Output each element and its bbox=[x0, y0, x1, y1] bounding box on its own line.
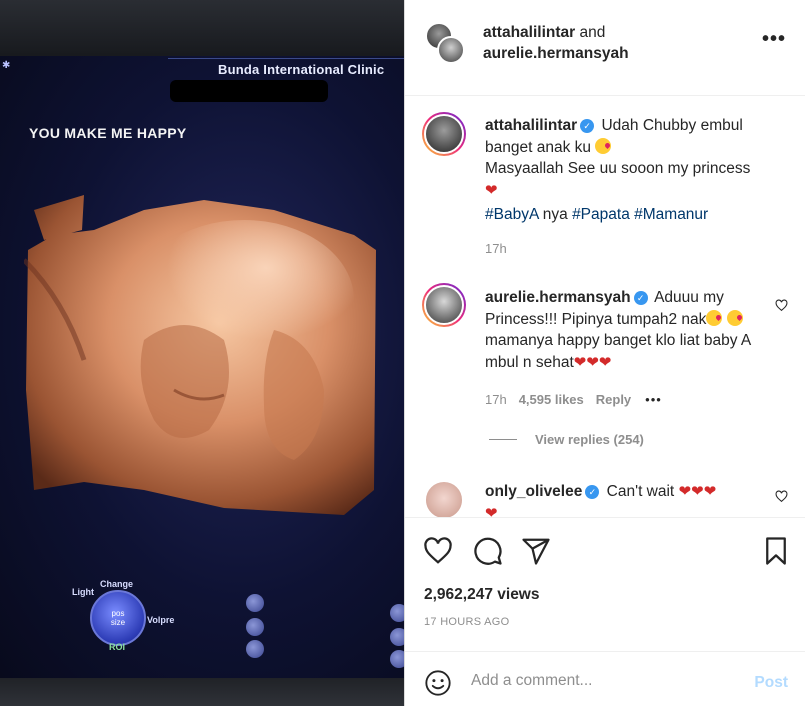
post-header: attahalilintar and aurelie.hermansyah ••… bbox=[405, 0, 805, 96]
heart-emoji-icon: ❤ bbox=[678, 483, 692, 500]
control-dot bbox=[246, 594, 264, 612]
knob-pos-label: pos bbox=[111, 609, 125, 618]
avatar[interactable] bbox=[437, 36, 465, 64]
avatar[interactable] bbox=[422, 478, 466, 517]
heart-emoji-icon: ❤ bbox=[485, 181, 498, 199]
avatar[interactable] bbox=[422, 283, 466, 327]
overlay-caption: YOU MAKE ME HAPPY bbox=[29, 125, 187, 141]
light-label: Light bbox=[72, 587, 94, 597]
monitor-bezel-top bbox=[0, 0, 404, 58]
kiss-emoji-icon bbox=[726, 309, 743, 326]
hashtag-papata[interactable]: #Papata bbox=[572, 206, 630, 223]
heart-emoji-icon: ❤ bbox=[691, 483, 704, 500]
hashtag-mamanur[interactable]: #Mamanur bbox=[634, 206, 708, 223]
redaction-bar bbox=[170, 80, 328, 102]
control-dot bbox=[246, 618, 264, 636]
comment-username[interactable]: only_olivelee bbox=[485, 483, 582, 500]
header-usernames: attahalilintar and aurelie.hermansyah bbox=[483, 22, 629, 64]
change-label: Change bbox=[100, 579, 134, 589]
header-joiner: and bbox=[575, 24, 606, 41]
clinic-divider bbox=[168, 58, 404, 59]
kiss-emoji-icon bbox=[595, 137, 612, 154]
pos-size-knob: pos size bbox=[90, 590, 146, 646]
bookmark-icon[interactable] bbox=[761, 536, 791, 566]
caption: attahalilintar ✓ Udah Chubby embul banget… bbox=[485, 115, 785, 226]
comment-text-b: mamanya happy banget klo liat baby A mbu… bbox=[485, 332, 751, 371]
header-user-1[interactable]: attahalilintar bbox=[483, 24, 575, 41]
knob-size-label: size bbox=[110, 618, 126, 627]
comment: only_olivelee ✓ Can't wait ❤❤❤ ❤ bbox=[485, 481, 785, 517]
heart-emoji-icon: ❤ bbox=[703, 483, 717, 500]
ultrasound-3d-image bbox=[24, 195, 376, 515]
more-options-icon[interactable]: ••• bbox=[762, 28, 786, 51]
caption-line-2: Masyaallah See uu sooon my princess bbox=[485, 160, 751, 177]
heart-icon[interactable] bbox=[423, 536, 453, 566]
heart-like-icon[interactable] bbox=[775, 299, 788, 312]
asterisk-icon: ✱ bbox=[2, 60, 11, 71]
heart-like-icon[interactable] bbox=[775, 490, 788, 503]
control-dot bbox=[390, 650, 404, 668]
comment-username[interactable]: aurelie.hermansyah bbox=[485, 289, 631, 306]
share-icon[interactable] bbox=[521, 536, 551, 566]
control-dot bbox=[390, 604, 404, 622]
comment-time[interactable]: 17h bbox=[485, 392, 507, 407]
post-actions: 2,962,247 views 17 HOURS AGO bbox=[405, 517, 805, 651]
emoji-icon[interactable] bbox=[424, 669, 452, 697]
post-media[interactable]: ✱ Bunda International Clinic YOU MAKE ME… bbox=[0, 0, 404, 706]
comment-box: Post bbox=[405, 651, 805, 706]
collab-avatars[interactable] bbox=[425, 22, 465, 64]
reply-button[interactable]: Reply bbox=[596, 392, 631, 407]
avatar[interactable] bbox=[422, 112, 466, 156]
volpre-label: Volpre bbox=[147, 615, 175, 625]
heart-emoji-icon: ❤ bbox=[485, 504, 498, 518]
control-dot bbox=[390, 628, 404, 646]
caption-username[interactable]: attahalilintar bbox=[485, 117, 577, 134]
hashtag-babya[interactable]: #BabyA bbox=[485, 206, 538, 223]
comment-more-icon[interactable]: ••• bbox=[645, 392, 662, 407]
kiss-emoji-icon bbox=[706, 309, 723, 326]
roi-label: ROI bbox=[109, 642, 126, 652]
post-panel: attahalilintar and aurelie.hermansyah ••… bbox=[404, 0, 805, 706]
caption-time[interactable]: 17h bbox=[485, 241, 507, 256]
view-replies-button[interactable]: View replies (254) bbox=[489, 432, 644, 447]
clinic-name: Bunda International Clinic bbox=[218, 62, 385, 77]
comment: aurelie.hermansyah ✓ Aduuu my Princess!!!… bbox=[485, 287, 775, 373]
comment-icon[interactable] bbox=[473, 536, 503, 566]
comment-likes[interactable]: 4,595 likes bbox=[519, 392, 584, 407]
verified-icon: ✓ bbox=[633, 291, 648, 305]
verified-icon: ✓ bbox=[585, 485, 600, 499]
comment-input[interactable] bbox=[471, 666, 741, 696]
caption-meta: 17h bbox=[485, 241, 507, 256]
comment-meta: 17h 4,595 likes Reply ••• bbox=[485, 392, 662, 407]
header-user-2[interactable]: aurelie.hermansyah bbox=[483, 45, 629, 62]
view-count[interactable]: 2,962,247 views bbox=[424, 586, 540, 604]
post-button[interactable]: Post bbox=[754, 674, 788, 692]
post-timestamp[interactable]: 17 HOURS AGO bbox=[424, 616, 510, 628]
heart-emoji-icon: ❤ bbox=[586, 353, 599, 371]
comment-text: Can't wait bbox=[606, 483, 675, 500]
heart-emoji-icon: ❤ bbox=[598, 353, 612, 371]
monitor-bezel-bottom bbox=[0, 678, 404, 706]
hashtag-suffix: nya bbox=[542, 206, 568, 223]
heart-emoji-icon: ❤ bbox=[573, 353, 587, 371]
control-dot bbox=[246, 640, 264, 658]
verified-icon: ✓ bbox=[580, 119, 595, 133]
ultrasound-controls: Change Light pos size Volpre ROI bbox=[60, 576, 404, 668]
comments-list: attahalilintar ✓ Udah Chubby embul banget… bbox=[405, 97, 805, 517]
